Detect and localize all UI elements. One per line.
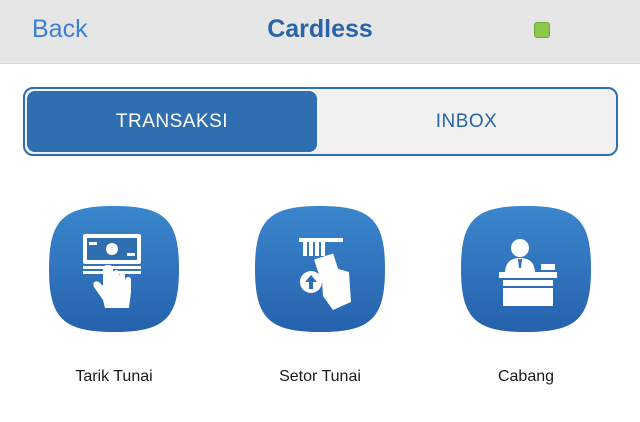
segmented-control: TRANSAKSI INBOX	[23, 87, 618, 156]
tab-transaksi[interactable]: TRANSAKSI	[27, 91, 317, 152]
menu-label: Setor Tunai	[279, 368, 361, 385]
tab-inbox[interactable]: INBOX	[317, 89, 616, 154]
menu-item-cabang[interactable]: Cabang	[451, 202, 601, 402]
navigation-bar: Back Cardless	[0, 0, 640, 64]
menu-label: Cabang	[497, 368, 555, 385]
status-indicator	[534, 22, 550, 38]
cash-deposit-icon	[255, 206, 385, 332]
menu-label: Tarik Tunai	[75, 368, 153, 385]
branch-teller-icon	[461, 206, 591, 332]
menu-item-tarik-tunai[interactable]: Tarik Tunai	[39, 202, 189, 402]
cash-withdrawal-icon	[49, 206, 179, 332]
menu-item-setor-tunai[interactable]: Setor Tunai	[245, 202, 395, 402]
